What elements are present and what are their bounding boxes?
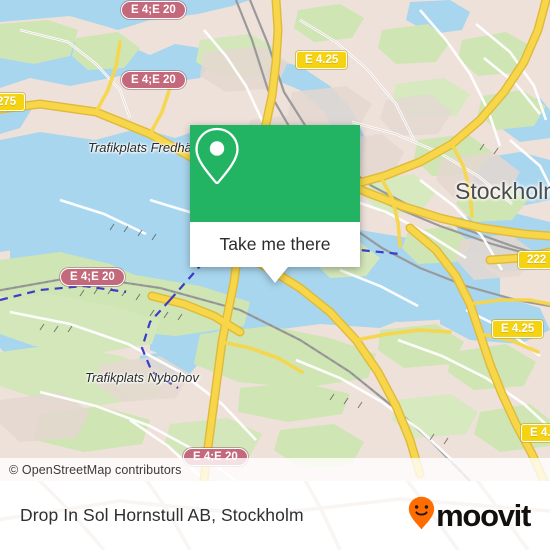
road-shield-e4-e20-upper: E 4;E 20 — [121, 71, 186, 89]
label-trafikplats-fredhall: Trafikplats Fredhäll — [88, 140, 198, 155]
road-shield-e4-e20-top: E 4;E 20 — [121, 1, 186, 19]
footer-bar: Drop In Sol Hornstull AB, Stockholm moov… — [0, 481, 550, 550]
take-me-there-button[interactable]: Take me there — [190, 222, 360, 267]
osm-attribution[interactable]: © OpenStreetMap contributors — [0, 458, 550, 481]
road-shield-222: 222 — [518, 251, 550, 269]
attribution-text: © OpenStreetMap contributors — [9, 462, 182, 477]
moovit-logo[interactable]: moovit — [408, 496, 531, 535]
popup-header — [190, 125, 360, 222]
road-shield-e4-e20-mid: E 4;E 20 — [60, 268, 125, 286]
road-shield-e425-lower: E 4.2 — [521, 424, 550, 442]
location-popup-card[interactable]: Take me there — [190, 125, 360, 283]
moovit-map-screenshot: Trafikplats Fredhäll Trafikplats Nybohov… — [0, 0, 550, 550]
place-title: Drop In Sol Hornstull AB, Stockholm — [20, 505, 304, 525]
moovit-pin-smiley-icon — [408, 496, 435, 535]
moovit-wordmark: moovit — [436, 498, 531, 533]
popup-tail — [262, 267, 288, 283]
road-shield-e425-top: E 4.25 — [296, 51, 348, 69]
map-canvas[interactable]: Trafikplats Fredhäll Trafikplats Nybohov… — [0, 0, 550, 481]
label-trafikplats-nybohov: Trafikplats Nybohov — [85, 370, 199, 385]
label-stockholm: Stockholm — [455, 178, 550, 204]
road-shield-e425-right: E 4.25 — [492, 320, 544, 338]
road-shield-275: 275 — [0, 93, 26, 111]
